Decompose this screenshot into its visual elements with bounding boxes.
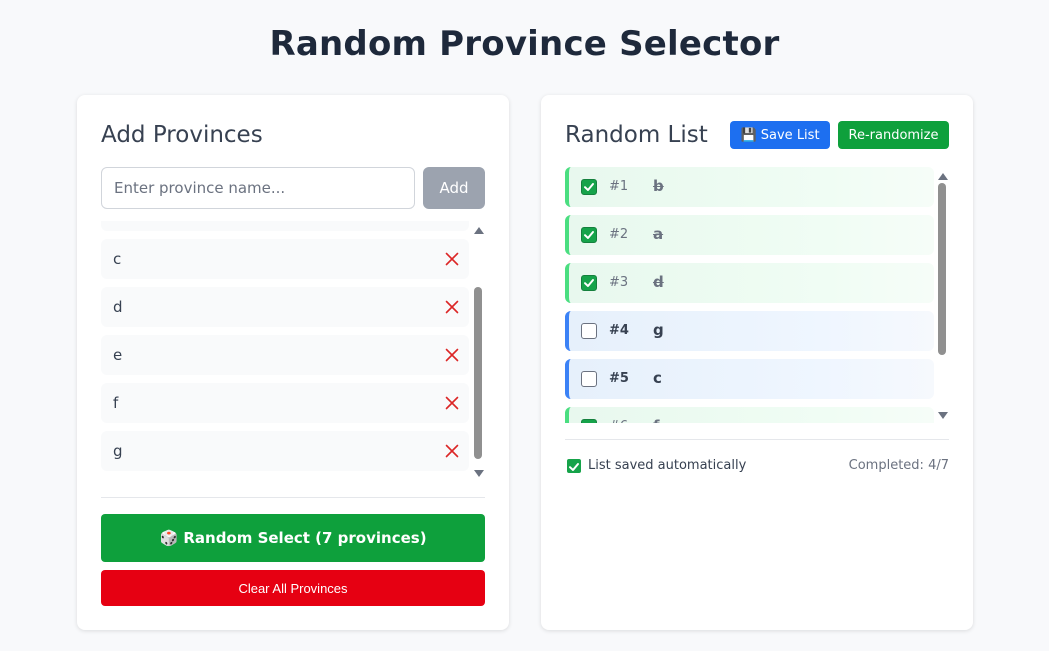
item-rank: #3 — [609, 275, 629, 290]
item-province-name: f — [653, 417, 660, 423]
province-item: e — [101, 335, 469, 375]
random-result-list[interactable]: #1 b #2 a #3 d #4 g #5 c #6 f — [565, 167, 949, 423]
province-name-input[interactable] — [101, 167, 415, 209]
province-list[interactable]: b c d e f g — [101, 221, 485, 481]
delete-province-icon[interactable] — [445, 299, 459, 314]
province-name: e — [113, 346, 123, 364]
random-list-item: #4 g — [565, 311, 934, 351]
random-list-item: #1 b — [565, 167, 934, 207]
province-name: d — [113, 298, 123, 316]
autosave-status: List saved automatically — [588, 458, 747, 473]
divider — [565, 439, 949, 440]
divider — [101, 497, 485, 498]
checked-checkbox[interactable] — [581, 419, 597, 423]
random-list-item: #2 a — [565, 215, 934, 255]
province-name: f — [113, 394, 119, 412]
province-item: g — [101, 431, 469, 471]
random-list-item: #3 d — [565, 263, 934, 303]
item-province-name: c — [653, 369, 662, 387]
scroll-up-arrow-icon[interactable] — [938, 173, 948, 180]
province-name: g — [113, 442, 123, 460]
item-province-name: g — [653, 321, 664, 339]
page-title: Random Province Selector — [269, 24, 780, 64]
checked-checkbox[interactable] — [581, 227, 597, 243]
delete-province-icon[interactable] — [445, 443, 459, 458]
scroll-thumb[interactable] — [938, 183, 946, 355]
delete-province-icon[interactable] — [445, 395, 459, 410]
item-rank: #1 — [609, 179, 629, 194]
unchecked-checkbox[interactable] — [581, 371, 597, 387]
unchecked-checkbox[interactable] — [581, 323, 597, 339]
clear-all-provinces-button[interactable]: Clear All Provinces — [101, 570, 485, 606]
checked-checkbox[interactable] — [581, 275, 597, 291]
province-item: f — [101, 383, 469, 423]
item-province-name: d — [653, 273, 664, 291]
delete-province-icon[interactable] — [445, 347, 459, 362]
scroll-down-arrow-icon[interactable] — [938, 412, 948, 419]
province-item: c — [101, 239, 469, 279]
save-list-button[interactable]: 💾 Save List — [730, 121, 830, 149]
random-list-item: #6 f — [565, 407, 934, 423]
random-list-panel: Random List 💾 Save List Re-randomize #1 b… — [541, 95, 973, 630]
add-provinces-panel: Add Provinces Add b c d e f g 🎲 Random Select… — [77, 95, 509, 630]
re-randomize-button[interactable]: Re-randomize — [838, 121, 949, 149]
add-provinces-heading: Add Provinces — [101, 122, 263, 148]
random-list-heading: Random List — [565, 122, 708, 148]
item-rank: #6 — [609, 419, 628, 423]
item-province-name: b — [653, 177, 664, 195]
scroll-thumb[interactable] — [474, 287, 482, 459]
province-list-scrollbar[interactable] — [471, 221, 485, 481]
scroll-down-arrow-icon[interactable] — [474, 470, 484, 477]
completed-count: Completed: 4/7 — [848, 458, 949, 473]
autosave-check-icon — [567, 459, 581, 473]
item-rank: #5 — [609, 371, 629, 386]
delete-province-icon[interactable] — [445, 251, 459, 266]
province-name: c — [113, 250, 122, 268]
item-rank: #4 — [609, 323, 629, 338]
item-rank: #2 — [609, 227, 629, 242]
scroll-up-arrow-icon[interactable] — [474, 227, 484, 234]
random-list-item: #5 c — [565, 359, 934, 399]
item-province-name: a — [653, 225, 664, 243]
province-item: b — [101, 221, 469, 231]
province-item: d — [101, 287, 469, 327]
add-province-button[interactable]: Add — [423, 167, 485, 209]
result-list-scrollbar[interactable] — [935, 167, 949, 423]
checked-checkbox[interactable] — [581, 179, 597, 195]
random-select-button[interactable]: 🎲 Random Select (7 provinces) — [101, 514, 485, 562]
